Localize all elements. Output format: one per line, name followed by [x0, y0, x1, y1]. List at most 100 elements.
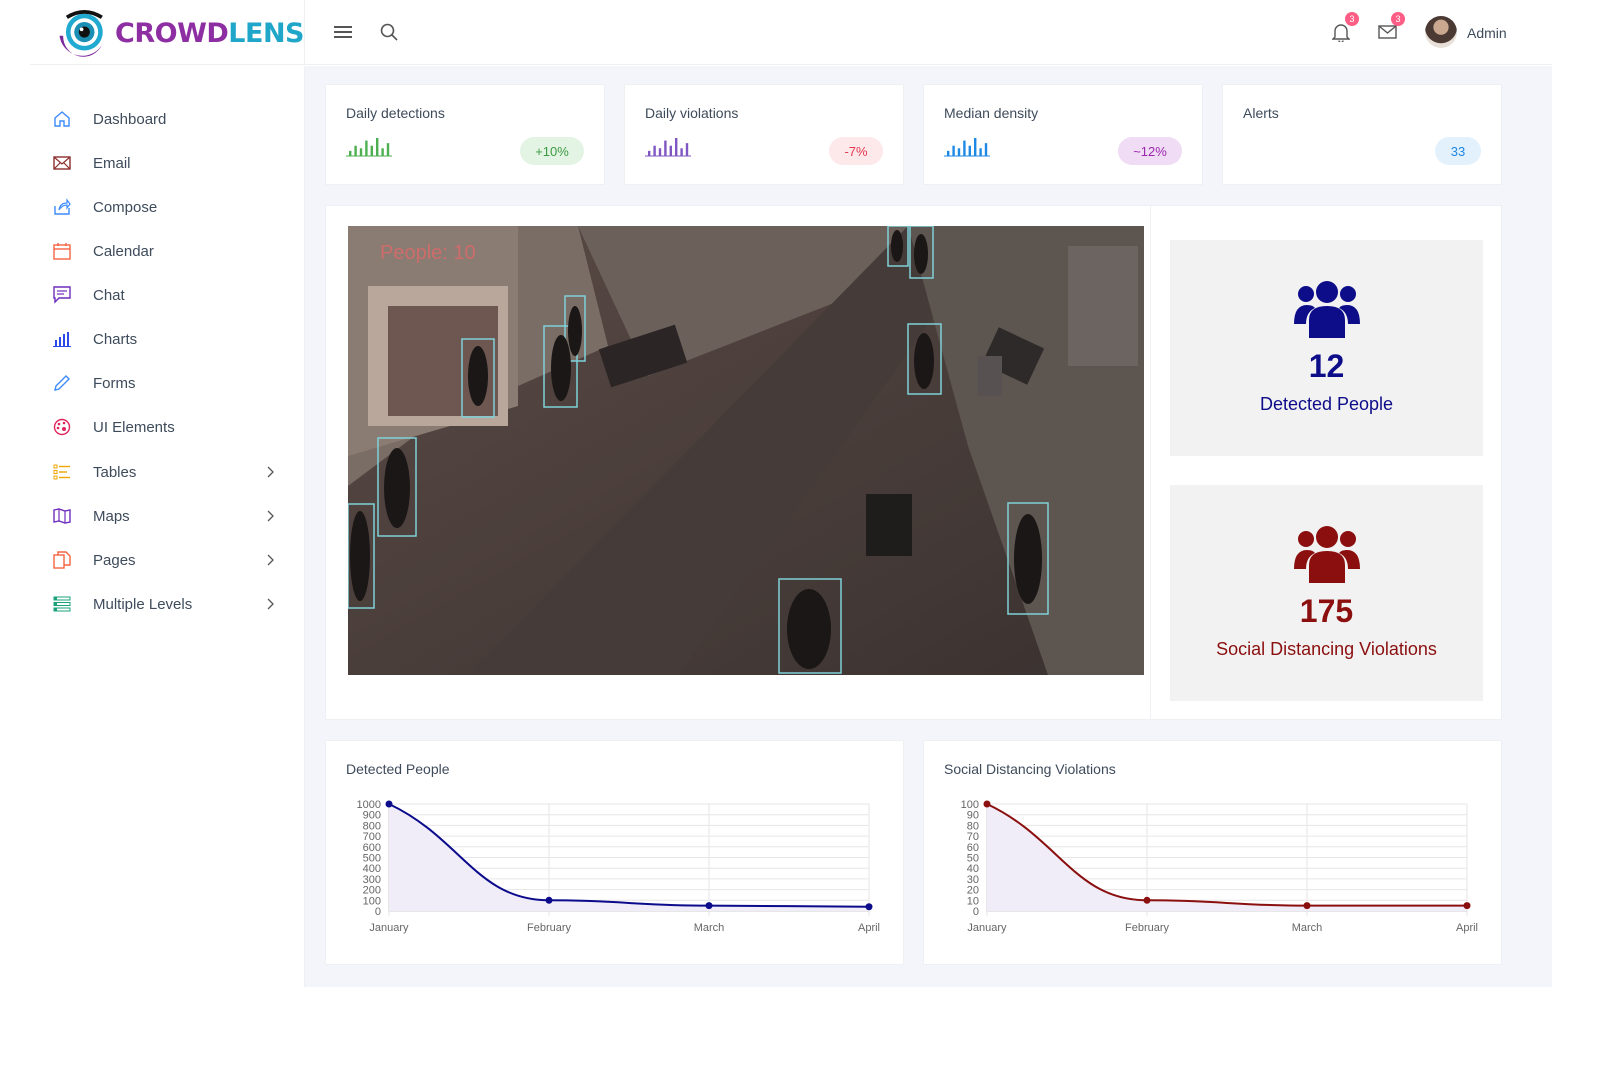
sparkline-bar — [386, 143, 390, 156]
x-tick-label: February — [1125, 922, 1170, 934]
sidebar-item-maps[interactable]: Maps — [30, 494, 304, 538]
sparkline-bar — [984, 143, 988, 156]
x-tick-label: April — [1456, 922, 1478, 934]
y-tick-label: 500 — [363, 853, 381, 865]
chevron-right-icon — [264, 510, 276, 522]
sparkline-bar — [680, 148, 683, 156]
sparkline-bar — [648, 150, 651, 156]
sidebar-item-forms[interactable]: Forms — [30, 361, 304, 405]
data-point[interactable] — [1143, 896, 1151, 904]
sidebar-item-compose[interactable]: Compose — [30, 185, 304, 229]
x-tick-label: February — [527, 922, 572, 934]
bar-chart-icon — [52, 329, 72, 349]
sparkline-bar — [968, 145, 971, 156]
brand-logo[interactable]: CROWDLENS — [54, 6, 304, 60]
sidebar-item-multiple-levels[interactable]: Multiple Levels — [30, 582, 304, 626]
sparkline-bar — [653, 145, 656, 156]
messages-button[interactable]: 3 — [1375, 12, 1405, 44]
y-tick-label: 800 — [363, 820, 381, 832]
detected-people-line-chart: 01002003004005006007008009001000 January F… — [357, 799, 880, 934]
chevron-right-icon — [264, 598, 276, 610]
sidebar-item-calendar[interactable]: Calendar — [30, 229, 304, 273]
chat-icon — [52, 285, 72, 305]
y-tick-label: 40 — [967, 863, 979, 875]
sidebar-item-label: Dashboard — [93, 110, 167, 128]
sparkline-bar — [359, 148, 363, 156]
sparkline-bar — [963, 140, 966, 156]
sidebar-item-tables[interactable]: Tables — [30, 450, 304, 494]
detected-people-label: Detected People — [1259, 394, 1394, 414]
sparkline-bar — [349, 150, 352, 156]
sidebar-item-dashboard[interactable]: Dashboard — [30, 97, 304, 141]
camera-feed[interactable]: People: 10 — [348, 226, 1144, 675]
chart-title: Detected People — [346, 761, 450, 777]
main-content: Daily detections +10% Daily violations -… — [305, 66, 1552, 987]
sidebar-item-email[interactable]: Email — [30, 141, 304, 185]
calendar-icon — [52, 241, 72, 261]
sidebar-item-label: Calendar — [93, 242, 154, 260]
envelope-icon — [52, 153, 72, 173]
data-point[interactable] — [705, 902, 713, 910]
sidebar-item-label: Chat — [93, 286, 125, 304]
x-tick-label: March — [1292, 922, 1323, 934]
sparkline-bar — [669, 145, 672, 156]
stat-title: Daily detections — [346, 105, 445, 121]
sparkline-bar — [664, 140, 667, 156]
user-name[interactable]: Admin — [1467, 25, 1507, 41]
chevron-right-icon — [264, 466, 276, 478]
y-tick-label: 50 — [967, 853, 979, 865]
notifications-button[interactable]: 3 — [1329, 12, 1359, 44]
messages-badge: 3 — [1391, 12, 1405, 26]
data-point[interactable] — [983, 800, 991, 808]
sidebar-item-chat[interactable]: Chat — [30, 273, 304, 317]
sidebar-item-label: Pages — [93, 551, 136, 569]
y-tick-label: 30 — [967, 874, 979, 886]
data-point[interactable] — [545, 896, 553, 904]
y-tick-label: 70 — [967, 831, 979, 843]
sidebar-item-pages[interactable]: Pages — [30, 538, 304, 582]
sparkline-bar — [675, 138, 678, 156]
metric-card-detected-people: 12 Detected People — [1170, 240, 1483, 456]
x-tick-label: January — [369, 922, 409, 934]
data-point[interactable] — [865, 903, 873, 911]
street-scene-image: People: 10 — [348, 226, 1144, 675]
copy-icon — [52, 550, 72, 570]
search-icon[interactable] — [377, 20, 401, 44]
change-badge: -7% — [829, 137, 883, 165]
chart-title: Social Distancing Violations — [944, 761, 1116, 777]
hamburger-icon[interactable] — [331, 20, 355, 44]
sidebar-item-label: Forms — [93, 374, 136, 392]
stat-title: Alerts — [1243, 105, 1279, 121]
top-navbar: CROWDLENS 3 3 Admin — [30, 0, 1552, 65]
data-point[interactable] — [385, 800, 393, 808]
stat-title: Daily violations — [645, 105, 739, 121]
sparkline-bar — [957, 148, 961, 156]
y-tick-label: 1000 — [357, 799, 381, 811]
y-tick-label: 300 — [363, 874, 381, 886]
header-divider — [304, 0, 305, 65]
sidebar-item-label: UI Elements — [93, 418, 175, 436]
sidebar-item-charts[interactable]: Charts — [30, 317, 304, 361]
app-frame: CROWDLENS 3 3 Admin Dashboard Email Comp… — [30, 0, 1552, 987]
y-tick-label: 200 — [363, 885, 381, 897]
stat-card-median-density: Median density ~12% — [923, 84, 1203, 185]
sparkline-bar — [979, 148, 982, 156]
y-tick-label: 400 — [363, 863, 381, 875]
eye-logo-icon — [59, 10, 103, 57]
avatar[interactable] — [1425, 16, 1457, 48]
data-point[interactable] — [1463, 902, 1471, 910]
sidebar-item-label: Tables — [93, 463, 137, 481]
sidebar-item-ui-elements[interactable]: UI Elements — [30, 405, 304, 449]
chevron-right-icon — [264, 554, 276, 566]
x-tick-label: January — [967, 922, 1007, 934]
sparkline-bar — [381, 148, 384, 156]
brand-name: CROWDLENS — [115, 17, 304, 49]
palette-icon — [52, 417, 72, 437]
sidebar: Dashboard Email Compose Calendar Chat Ch… — [30, 66, 305, 987]
sparkline-bar — [974, 138, 977, 156]
sidebar-item-label: Email — [93, 154, 131, 172]
sidebar-item-label: Compose — [93, 198, 158, 216]
sparkline-bar — [376, 138, 379, 156]
sparkline-bar — [685, 143, 689, 156]
data-point[interactable] — [1303, 902, 1311, 910]
